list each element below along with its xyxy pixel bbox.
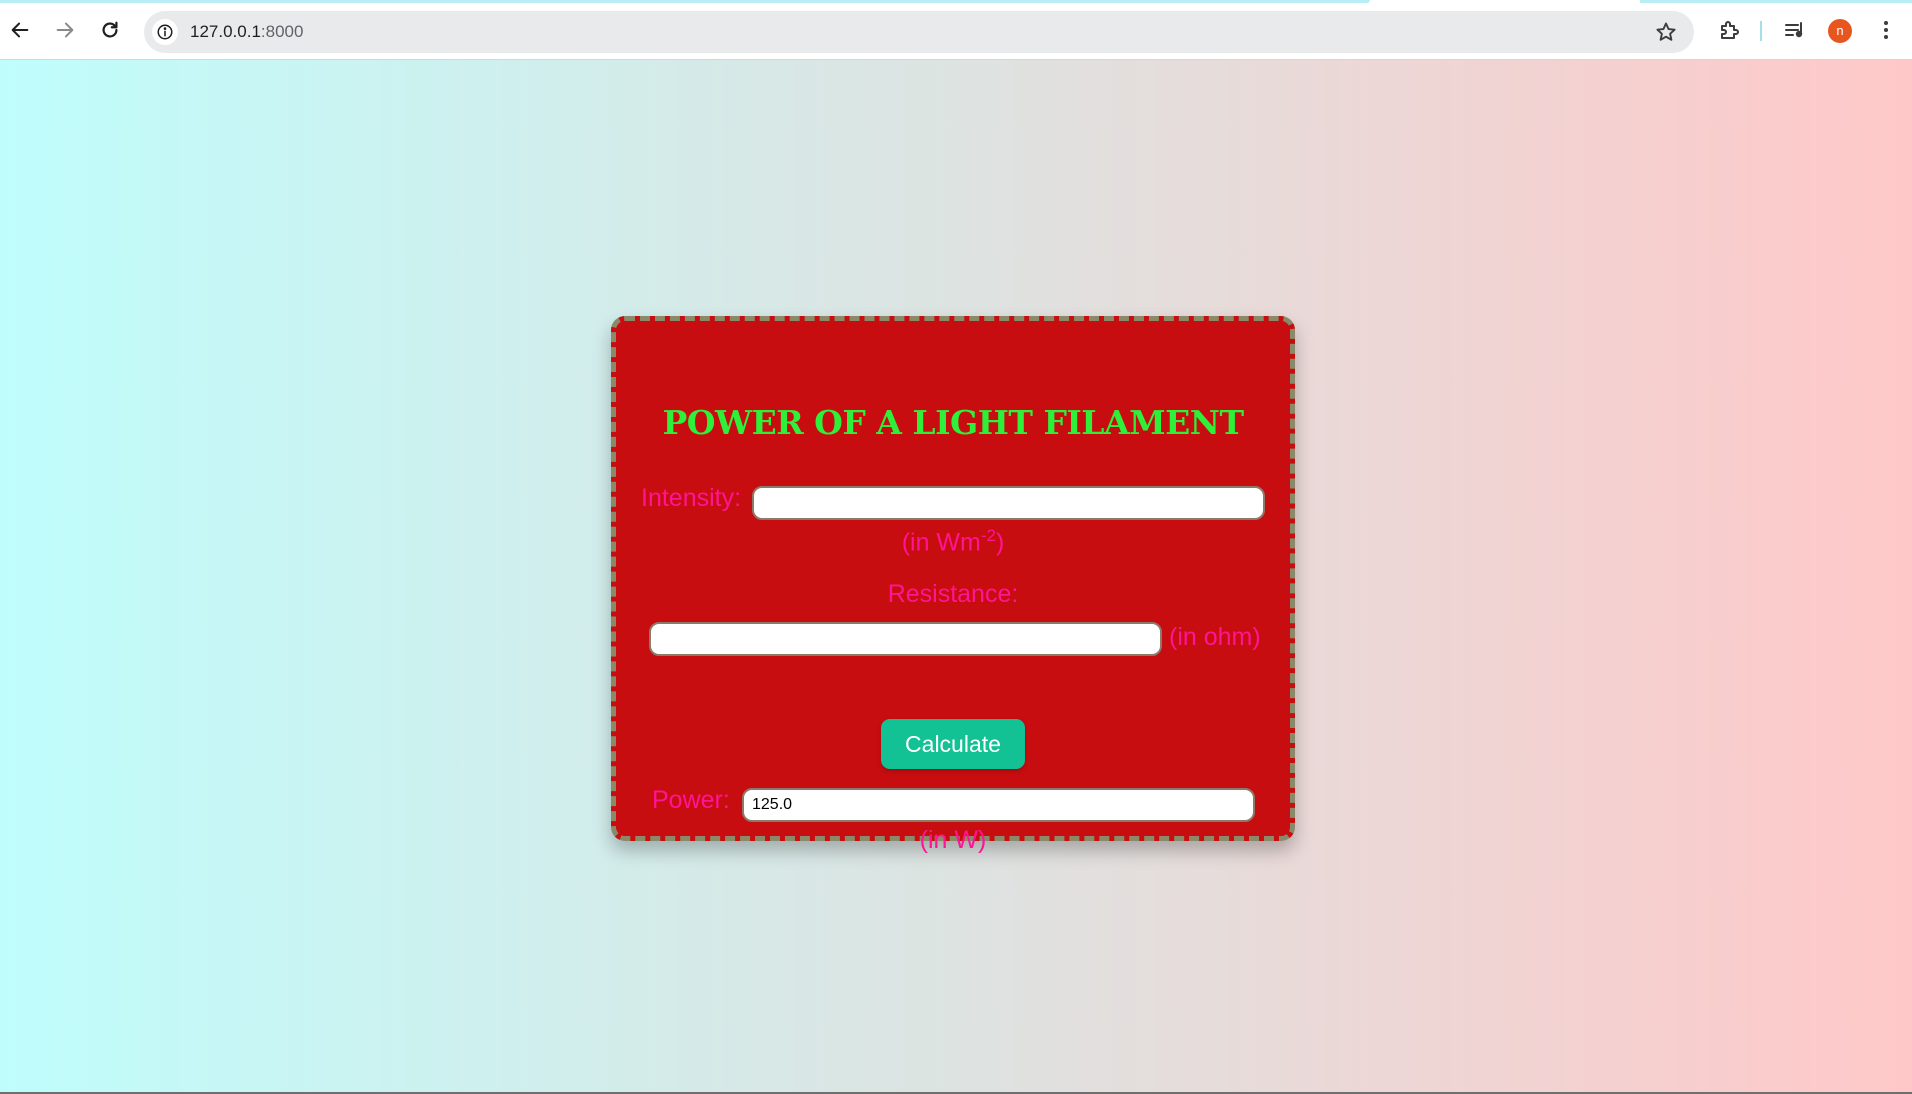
reload-button[interactable] — [94, 14, 126, 46]
intensity-unit: (in Wm-2) — [616, 526, 1290, 557]
page-viewport: POWER OF A LIGHT FILAMENT Intensity: (in… — [0, 60, 1912, 1094]
media-control-icon[interactable] — [1782, 17, 1808, 43]
arrow-left-icon — [11, 22, 29, 38]
resistance-unit: (in ohm) — [1169, 623, 1261, 651]
site-info-icon[interactable] — [152, 19, 178, 45]
reload-icon — [102, 21, 118, 38]
browser-toolbar: 127.0.0.1:8000 n — [0, 0, 1912, 60]
power-label: Power: — [652, 786, 730, 814]
forward-button[interactable] — [49, 14, 81, 46]
url-host: 127.0.0.1 — [190, 22, 261, 41]
intensity-unit-exponent: -2 — [980, 526, 996, 545]
tabstrip-edge-right — [1640, 0, 1912, 3]
calculator-card: POWER OF A LIGHT FILAMENT Intensity: (in… — [611, 316, 1295, 854]
resistance-label: Resistance: — [887, 580, 1019, 608]
back-button[interactable] — [4, 14, 36, 46]
tabstrip-edge — [0, 0, 1370, 3]
intensity-label: Intensity: — [641, 484, 742, 512]
more-menu-icon[interactable] — [1873, 17, 1899, 43]
intensity-input[interactable] — [752, 486, 1265, 520]
resistance-input[interactable] — [649, 622, 1162, 656]
extensions-icon[interactable] — [1716, 17, 1742, 43]
page-title: POWER OF A LIGHT FILAMENT — [662, 403, 1244, 442]
profile-avatar[interactable]: n — [1828, 19, 1852, 43]
address-bar[interactable]: 127.0.0.1:8000 — [144, 11, 1694, 53]
intensity-unit-prefix: (in Wm — [901, 528, 981, 557]
calculate-button[interactable]: Calculate — [881, 719, 1025, 769]
intensity-unit-suffix: ) — [995, 528, 1005, 557]
toolbar-divider — [1760, 21, 1762, 41]
url-text[interactable]: 127.0.0.1:8000 — [190, 11, 303, 53]
arrow-right-icon — [56, 22, 74, 38]
power-output[interactable] — [742, 788, 1255, 822]
bookmark-star-icon[interactable] — [1654, 20, 1678, 44]
url-port: :8000 — [260, 22, 304, 41]
power-unit: (in W) — [919, 826, 987, 854]
